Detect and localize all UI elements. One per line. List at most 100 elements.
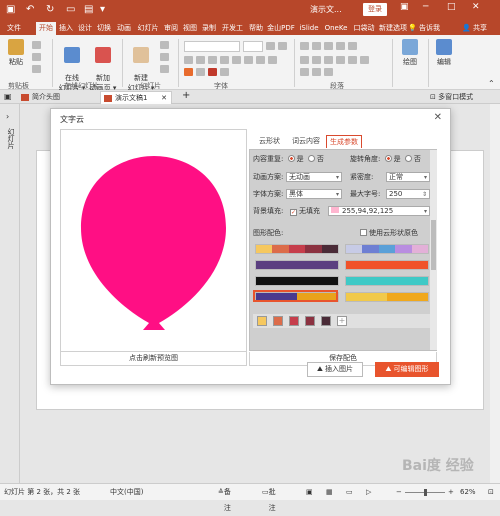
preview-area[interactable] xyxy=(60,129,247,352)
editable-shape-button[interactable]: ⛰ 可编辑图形 xyxy=(375,362,439,377)
zoom-in-icon[interactable]: + xyxy=(448,484,454,500)
tab-animations[interactable]: 动画 xyxy=(114,22,134,35)
align-buttons[interactable] xyxy=(300,56,372,65)
collapse-ribbon-icon[interactable]: ⌃ xyxy=(488,79,495,88)
tab-record[interactable]: 录制 xyxy=(200,22,218,35)
palette-scrollbar[interactable] xyxy=(430,150,437,350)
section-tool[interactable] xyxy=(160,65,172,74)
doc-tab-presentation1[interactable]: 演示文稿1 ✕ xyxy=(100,91,172,104)
palette-option[interactable] xyxy=(255,260,339,270)
animation-select[interactable]: 无动画 ▾ xyxy=(286,172,342,182)
edit-button[interactable]: 编辑 xyxy=(432,39,456,67)
tab-transitions[interactable]: 切换 xyxy=(95,22,113,35)
tab-home[interactable]: 开始 xyxy=(36,22,56,35)
tab-review[interactable]: 审阅 xyxy=(162,22,180,35)
palette-option[interactable] xyxy=(345,260,429,270)
palette-option[interactable] xyxy=(345,244,429,254)
color-chip[interactable] xyxy=(289,316,299,326)
tab-menu-icon[interactable]: ▣ xyxy=(4,92,12,101)
font-size-buttons[interactable] xyxy=(266,42,290,51)
sorter-view-icon[interactable]: ▦ xyxy=(326,484,333,500)
login-button[interactable]: 登录 xyxy=(363,3,387,16)
paragraph-buttons[interactable] xyxy=(300,68,336,77)
repeat-yes-radio[interactable] xyxy=(287,155,295,162)
font-color-buttons[interactable] xyxy=(184,68,232,77)
draw-button[interactable]: 绘图 xyxy=(398,39,422,67)
density-select[interactable]: 正常 ▾ xyxy=(386,172,430,182)
close-icon[interactable]: ✕ xyxy=(472,2,480,12)
color-chip[interactable] xyxy=(321,316,331,326)
tab-new-option[interactable]: 新建选项 xyxy=(378,22,408,35)
copy-tool[interactable] xyxy=(32,53,44,62)
palette-option[interactable] xyxy=(255,276,339,286)
bg-color-select[interactable]: 255,94,92,125 ▾ xyxy=(328,206,430,216)
tab-help[interactable]: 帮助 xyxy=(247,22,265,35)
language-indicator[interactable]: 中文(中国) xyxy=(110,484,143,500)
doc-tab-intro[interactable]: 简介头图 xyxy=(18,91,90,104)
font-size-dropdown[interactable] xyxy=(243,41,263,52)
use-shape-color-checkbox[interactable]: 使用云形状原色 xyxy=(360,228,418,239)
add-tab-icon[interactable]: + xyxy=(182,90,190,101)
tab-design[interactable]: 设计 xyxy=(76,22,94,35)
palette-option[interactable] xyxy=(345,292,429,302)
slideshow-view-icon[interactable]: ▷ xyxy=(366,484,371,500)
save-icon[interactable]: ▣ xyxy=(6,4,15,16)
multi-window-mode[interactable]: ⊡ 多窗口模式 xyxy=(430,90,473,104)
add-color-icon[interactable]: + xyxy=(337,316,347,326)
reset-tool[interactable] xyxy=(160,53,172,62)
ribbon-display-icon[interactable]: ▣ xyxy=(400,2,409,12)
new-file-icon[interactable]: ▤ xyxy=(84,4,93,16)
tab-slideshow[interactable]: 幻灯片 xyxy=(135,22,161,35)
paste-button[interactable]: 粘贴 xyxy=(4,39,28,67)
color-chip[interactable] xyxy=(273,316,283,326)
normal-view-icon[interactable]: ▣ xyxy=(306,484,313,500)
tab-islide[interactable]: iSlide xyxy=(297,22,321,35)
format-painter-tool[interactable] xyxy=(32,65,44,74)
clipboard-tools[interactable] xyxy=(32,41,44,50)
undo-icon[interactable]: ↶ xyxy=(26,4,34,16)
tell-me-search[interactable]: 💡 告诉我 xyxy=(408,21,440,35)
rotate-yes-radio[interactable] xyxy=(384,155,392,162)
layout-tool[interactable] xyxy=(160,41,172,50)
reading-view-icon[interactable]: ▭ xyxy=(346,484,353,500)
tab-developer[interactable]: 开发工 xyxy=(219,22,246,35)
fit-slide-icon[interactable]: ⊡ xyxy=(488,484,494,500)
tab-file[interactable]: 文件 xyxy=(2,22,26,35)
comments-button[interactable]: ▭ 批注 xyxy=(262,484,276,512)
list-buttons[interactable] xyxy=(300,42,360,51)
insert-image-button[interactable]: ⛰ 插入图片 xyxy=(307,362,363,377)
color-chip[interactable] xyxy=(305,316,315,326)
max-size-input[interactable]: 250 ⇕ xyxy=(386,189,430,199)
refresh-preview-button[interactable]: 点击刷新预览图 xyxy=(60,352,247,366)
minimize-icon[interactable]: ─ xyxy=(423,2,428,12)
tab-onekey[interactable]: OneKe xyxy=(322,22,350,35)
zoom-level[interactable]: 62% xyxy=(460,484,476,500)
zoom-slider-knob[interactable] xyxy=(424,489,427,496)
palette-scroll-thumb[interactable] xyxy=(431,220,436,270)
no-fill-check[interactable]: ✓ xyxy=(290,209,297,216)
font-family-dropdown[interactable] xyxy=(184,41,240,52)
rotate-no-radio[interactable] xyxy=(404,155,412,162)
font-scheme-select[interactable]: 黑体 ▾ xyxy=(286,189,342,199)
repeat-no-radio[interactable] xyxy=(307,155,315,162)
palette-option[interactable] xyxy=(345,276,429,286)
tab-jinshan-pdf[interactable]: 金山PDF xyxy=(266,22,296,35)
share-button[interactable]: 👤 共享 xyxy=(462,21,487,35)
expand-pane-icon[interactable]: › xyxy=(6,112,9,121)
tab-view[interactable]: 视图 xyxy=(181,22,199,35)
no-fill-checkbox[interactable]: ✓ 无填充 xyxy=(290,206,320,217)
zoom-out-icon[interactable]: − xyxy=(396,484,402,500)
dialog-close-icon[interactable]: ✕ xyxy=(434,112,442,123)
color-chip[interactable] xyxy=(257,316,267,326)
tab-cloud-content[interactable]: 词云内容 xyxy=(289,135,323,148)
tab-generate-params[interactable]: 生成参数 xyxy=(326,135,362,148)
vertical-scrollbar[interactable] xyxy=(490,104,500,483)
use-shape-color-check[interactable] xyxy=(360,229,367,236)
font-style-buttons[interactable] xyxy=(184,56,280,65)
maximize-icon[interactable]: □ xyxy=(447,2,456,12)
notes-button[interactable]: ≙ 备注 xyxy=(218,484,231,512)
tab-insert[interactable]: 插入 xyxy=(57,22,75,35)
tab-pocket-animation[interactable]: 口袋动 xyxy=(351,22,377,35)
redo-icon[interactable]: ↻ xyxy=(46,4,54,16)
tab-cloud-shape[interactable]: 云形状 xyxy=(256,135,283,148)
